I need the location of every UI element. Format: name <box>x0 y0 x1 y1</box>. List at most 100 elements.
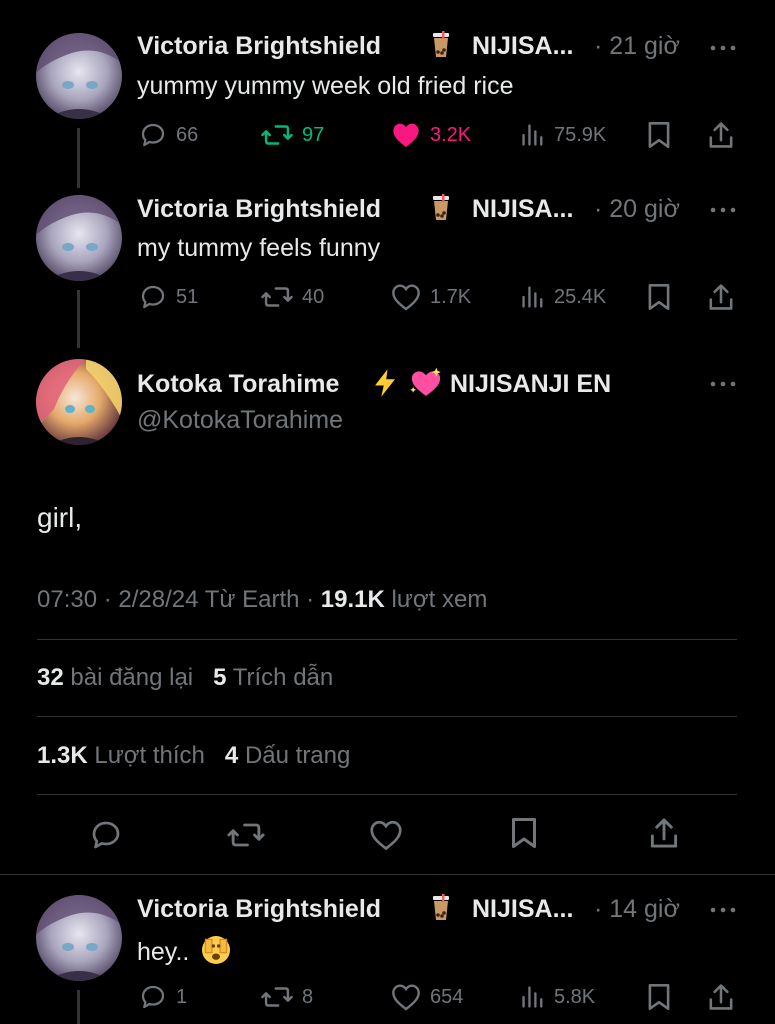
like-count: 3.2K <box>430 123 472 146</box>
post-text: my tummy feels funny <box>137 234 381 262</box>
post-time[interactable]: · 21 giờ <box>594 32 680 61</box>
repost-count: 40 <box>302 285 325 308</box>
reply-button[interactable]: 66 <box>138 118 198 152</box>
thread-line <box>77 290 80 348</box>
views-button[interactable]: 25.4K <box>520 280 606 314</box>
post-text: hey.. <box>137 934 232 967</box>
bookmark-button[interactable] <box>646 118 672 152</box>
reply-icon <box>141 123 165 147</box>
repost-button[interactable] <box>226 818 266 852</box>
views-label: lượt xem <box>391 586 488 613</box>
avatar[interactable] <box>36 195 122 281</box>
reposts-stat[interactable]: 32 bài đăng lại <box>37 664 200 691</box>
views-count: 25.4K <box>554 285 607 308</box>
likes-label: Lượt thích <box>94 742 205 769</box>
post-time[interactable]: · 20 giờ <box>594 195 680 224</box>
views-icon <box>522 124 543 146</box>
heart-icon <box>393 123 419 147</box>
more-icon[interactable] <box>707 898 739 922</box>
quotes-label: Trích dẫn <box>232 664 334 691</box>
engagement-stats-row-2: 1.3K Lượt thích 4 Dấu trang <box>37 742 350 770</box>
bookmark-icon <box>648 984 670 1010</box>
repost-count: 97 <box>302 123 325 146</box>
like-button[interactable]: 3.2K <box>390 118 471 152</box>
bookmark-button[interactable] <box>646 280 672 314</box>
heart-icon <box>370 820 402 851</box>
more-icon[interactable] <box>707 372 739 396</box>
post-text: girl, <box>37 502 83 533</box>
author-org: NIJISA... <box>472 895 574 923</box>
divider <box>37 716 737 717</box>
sparkling-heart-emoji <box>410 367 441 396</box>
avatar[interactable] <box>36 895 122 981</box>
repost-button[interactable]: 97 <box>260 118 324 152</box>
more-icon[interactable] <box>707 36 739 60</box>
bookmarks-stat[interactable]: 4 Dấu trang <box>225 742 350 769</box>
repost-button[interactable]: 40 <box>260 280 324 314</box>
bookmark-button[interactable] <box>646 980 672 1014</box>
repost-button[interactable]: 8 <box>260 980 313 1014</box>
reply-button[interactable]: 51 <box>138 280 198 314</box>
post-time[interactable]: · 14 giờ <box>594 895 680 924</box>
share-button[interactable] <box>707 118 735 152</box>
post-timestamp[interactable]: 07:30 · 2/28/24 Từ Earth · <box>37 586 314 613</box>
author-handle[interactable]: @KotokaTorahime <box>137 406 343 435</box>
views-count: 5.8K <box>554 985 596 1008</box>
like-count: 654 <box>430 985 464 1008</box>
author-name[interactable]: Victoria Brightshield <box>137 895 381 924</box>
views-button[interactable]: 5.8K <box>520 980 595 1014</box>
heart-icon <box>392 284 420 311</box>
reposts-label: bài đăng lại <box>70 664 194 691</box>
share-icon <box>650 818 678 848</box>
reply-icon <box>141 285 165 309</box>
repost-icon <box>261 125 293 145</box>
like-button[interactable]: 1.7K <box>390 280 471 314</box>
reply-count: 66 <box>176 123 199 146</box>
views-icon <box>522 986 543 1008</box>
divider <box>37 794 737 795</box>
repost-icon <box>261 287 293 307</box>
author-name[interactable]: Victoria Brightshield <box>137 195 381 224</box>
post-meta: 07:30 · 2/28/24 Từ Earth · 19.1K lượt xe… <box>37 586 487 614</box>
author-name[interactable]: Victoria Brightshield <box>137 32 381 61</box>
engagement-stats-row-1: 32 bài đăng lại 5 Trích dẫn <box>37 664 333 692</box>
views-icon <box>522 286 543 308</box>
reply-icon <box>141 985 165 1009</box>
bookmark-icon <box>512 818 536 848</box>
share-icon <box>709 122 733 148</box>
bookmarks-count: 4 <box>224 742 239 769</box>
peeking-face-emoji <box>202 936 231 964</box>
likes-stat[interactable]: 1.3K Lượt thích <box>37 742 212 769</box>
reply-button[interactable]: 1 <box>138 980 187 1014</box>
reply-icon <box>92 821 120 849</box>
avatar[interactable] <box>36 33 122 119</box>
post-text: yummy yummy week old fried rice <box>137 72 514 100</box>
reply-count: 51 <box>176 285 199 308</box>
author-name[interactable]: Kotoka Torahime <box>137 370 339 399</box>
more-icon[interactable] <box>707 198 739 222</box>
avatar[interactable] <box>36 359 122 445</box>
divider <box>37 639 737 640</box>
quotes-stat[interactable]: 5 Trích dẫn <box>213 664 333 691</box>
views-button[interactable]: 75.9K <box>520 118 606 152</box>
reply-button[interactable] <box>88 818 124 852</box>
share-button[interactable] <box>648 816 680 850</box>
like-button[interactable]: 654 <box>390 980 463 1014</box>
reply-count: 1 <box>176 985 188 1008</box>
thread-line <box>77 990 80 1024</box>
bookmark-icon <box>648 122 670 149</box>
author-org: NIJISA... <box>472 195 574 223</box>
views-count: 75.9K <box>554 123 607 146</box>
bubble-tea-emoji <box>433 31 449 57</box>
author-org: NIJISA... <box>472 32 574 60</box>
share-button[interactable] <box>707 980 735 1014</box>
reposts-count: 32 <box>37 664 64 691</box>
bubble-tea-emoji <box>433 194 449 220</box>
like-button[interactable] <box>368 818 404 852</box>
bubble-tea-emoji <box>433 894 449 920</box>
share-button[interactable] <box>707 280 735 314</box>
quotes-count: 5 <box>213 664 227 691</box>
author-org: NIJISANJI EN <box>450 370 612 398</box>
bookmark-button[interactable] <box>509 816 539 850</box>
repost-count: 8 <box>302 985 314 1008</box>
